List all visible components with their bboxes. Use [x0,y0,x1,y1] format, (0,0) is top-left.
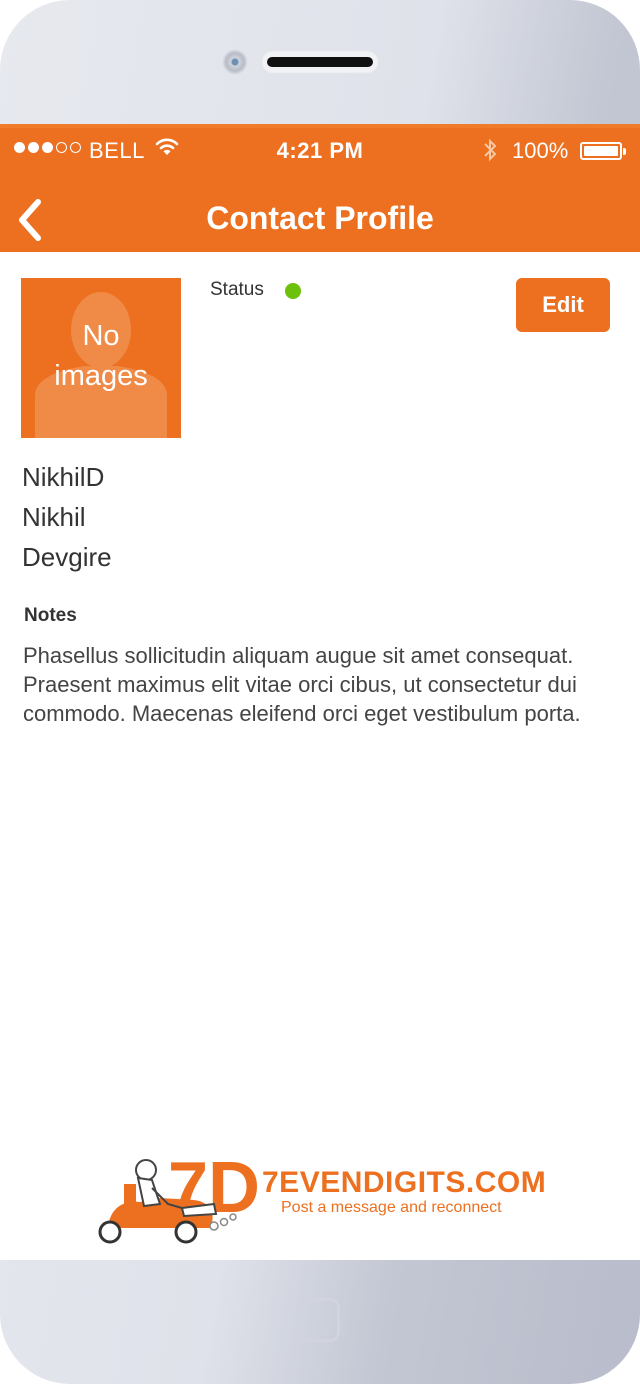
status-indicator [285,283,301,299]
front-camera [222,49,248,75]
status-label: Status [210,279,264,300]
battery-icon [580,142,626,160]
notes-label: Notes [24,605,77,626]
brand-tagline: Post a message and reconnect [281,1199,502,1216]
home-button[interactable] [296,1298,340,1342]
username: NikhilD [22,462,105,492]
earpiece-speaker [261,50,379,74]
header: BELL 4:21 PM 100% Contact Profile [0,124,640,252]
screen: BELL 4:21 PM 100% Contact Profile No ima… [0,124,640,1260]
nav-bar: Contact Profile [0,172,640,256]
brand-name: 7EVENDIGITS.COM [262,1166,547,1199]
battery-percentage: 100% [512,138,569,163]
last-name: Devgire [22,542,112,572]
page-title: Contact Profile [206,200,434,236]
phone-frame: BELL 4:21 PM 100% Contact Profile No ima… [0,0,640,1384]
status-bar: BELL 4:21 PM 100% [0,132,640,172]
notes-text: Phasellus sollicitudin aliquam augue sit… [23,643,581,726]
bluetooth-icon [482,137,498,169]
avatar[interactable]: No images [21,278,181,438]
first-name: Nikhil [22,502,86,532]
edit-button[interactable]: Edit [516,278,610,332]
avatar-placeholder-text: No images [54,320,148,392]
